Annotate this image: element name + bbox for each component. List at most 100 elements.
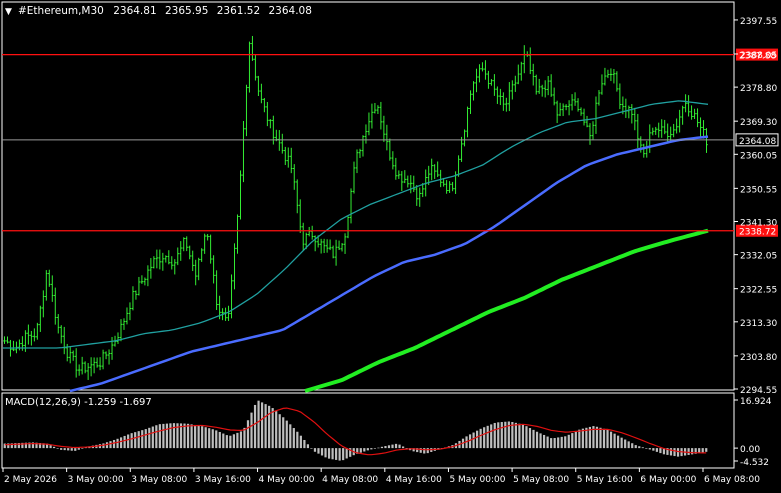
price-bar: [337, 240, 341, 250]
price-bar: [45, 270, 48, 301]
price-bar: [3, 336, 6, 344]
price-bar: [131, 286, 135, 311]
macd-bar: [260, 402, 264, 449]
price-bar: [137, 276, 141, 296]
macd-axis[interactable]: 16.924 0.00 -4.532: [734, 397, 772, 468]
price-bar: [12, 340, 15, 352]
price-bar: [430, 158, 433, 181]
time-tick-label: 5 May 16:00: [577, 475, 633, 485]
price-bar: [385, 124, 389, 151]
price-bar: [230, 274, 233, 319]
macd-bar: [571, 433, 574, 449]
macd-bar: [327, 448, 331, 459]
macd-bar: [134, 432, 137, 449]
price-bar: [364, 124, 368, 144]
macd-bar: [338, 448, 341, 461]
price-bar: [140, 275, 144, 284]
price-bar: [92, 357, 96, 374]
macd-bar: [518, 423, 521, 449]
price-bar: [42, 290, 45, 318]
macd-bar: [119, 437, 123, 449]
macd-bar: [271, 408, 274, 449]
price-bar: [558, 102, 562, 117]
macd-bar: [109, 441, 112, 449]
macd-bar: [303, 439, 306, 449]
macd-bar: [310, 448, 313, 449]
price-bar: [164, 255, 168, 263]
macd-bar: [236, 432, 239, 449]
price-bar: [206, 233, 209, 241]
macd-bar: [162, 423, 165, 449]
macd-bar: [599, 427, 602, 449]
macd-bar: [289, 424, 292, 449]
macd-bar: [313, 448, 317, 452]
price-bar: [445, 180, 448, 194]
price-bar: [672, 123, 675, 138]
price-bar: [143, 277, 147, 286]
price-bar: [382, 115, 386, 142]
price-bar: [579, 107, 583, 116]
price-bar: [466, 106, 469, 138]
macd-bar: [366, 448, 369, 451]
price-bar: [298, 199, 302, 233]
macd-bar: [472, 432, 475, 449]
macd-bar: [634, 445, 637, 449]
time-tick-label: 3 May 08:00: [131, 475, 187, 485]
price-bar: [403, 170, 407, 184]
price-bar: [627, 105, 631, 119]
high-value: 2365.95: [165, 5, 208, 17]
price-tick-label: 2388.05: [740, 51, 777, 61]
price-bar: [104, 351, 108, 360]
price-bar: [600, 74, 604, 95]
moving-average-fast: [3, 100, 709, 349]
price-bar: [18, 339, 21, 351]
price-bar: [331, 245, 335, 259]
time-tick-label: 4 May 00:00: [259, 475, 315, 485]
macd-bar: [229, 435, 232, 449]
price-bar: [531, 63, 535, 86]
symbol-menu-icon[interactable]: ▼: [5, 7, 12, 17]
price-bar: [361, 135, 365, 157]
price-bar: [481, 62, 484, 72]
time-tick-label: 4 May 16:00: [386, 475, 442, 485]
macd-bar: [243, 427, 246, 449]
price-bar: [83, 361, 87, 374]
price-bars: [3, 35, 708, 380]
macd-bar: [246, 420, 250, 449]
price-bar: [618, 83, 622, 110]
time-axis[interactable]: 2 May 2026 3 May 00:00 3 May 08:00 3 May 16…: [2, 468, 760, 485]
macd-bar: [384, 446, 387, 449]
macd-bar: [225, 435, 228, 449]
macd-bar: [426, 448, 429, 454]
price-bar: [155, 249, 159, 269]
macd-bar: [292, 428, 295, 449]
chart-canvas[interactable]: 2387.882338.72 2364.08 ▼ #Ethereum,M30 2…: [0, 0, 781, 489]
macd-bar: [232, 434, 235, 449]
macd-bar: [511, 422, 514, 449]
macd-bar: [553, 438, 556, 449]
macd-bar: [268, 405, 271, 449]
macd-bar: [130, 433, 133, 449]
price-bar: [319, 238, 323, 254]
price-bar: [48, 269, 51, 287]
macd-bar: [275, 411, 278, 449]
price-bar: [239, 170, 242, 220]
macd-bar: [56, 448, 59, 449]
macd-bar: [377, 447, 380, 449]
macd-bar: [81, 448, 84, 449]
macd-bar: [617, 435, 620, 449]
price-bar: [98, 357, 102, 371]
macd-bar: [331, 448, 334, 460]
macd-bar: [504, 421, 507, 449]
macd-bar: [60, 448, 63, 450]
macd-bar: [497, 422, 500, 449]
macd-bar: [578, 429, 581, 449]
macd-bar: [222, 433, 225, 449]
moving-average-mid: [69, 135, 709, 393]
close-value: 2364.08: [269, 5, 312, 17]
price-bar: [89, 357, 93, 377]
macd-histogram: [3, 400, 708, 461]
price-bar: [125, 307, 129, 325]
chart-window[interactable]: 2387.88 2338.72 2364.08 ▼ #Ethereum,M30 2…: [0, 0, 781, 489]
price-axis[interactable]: 2397.55 2388.05 2378.80 2369.30 2360.05 2350.…: [734, 17, 777, 396]
